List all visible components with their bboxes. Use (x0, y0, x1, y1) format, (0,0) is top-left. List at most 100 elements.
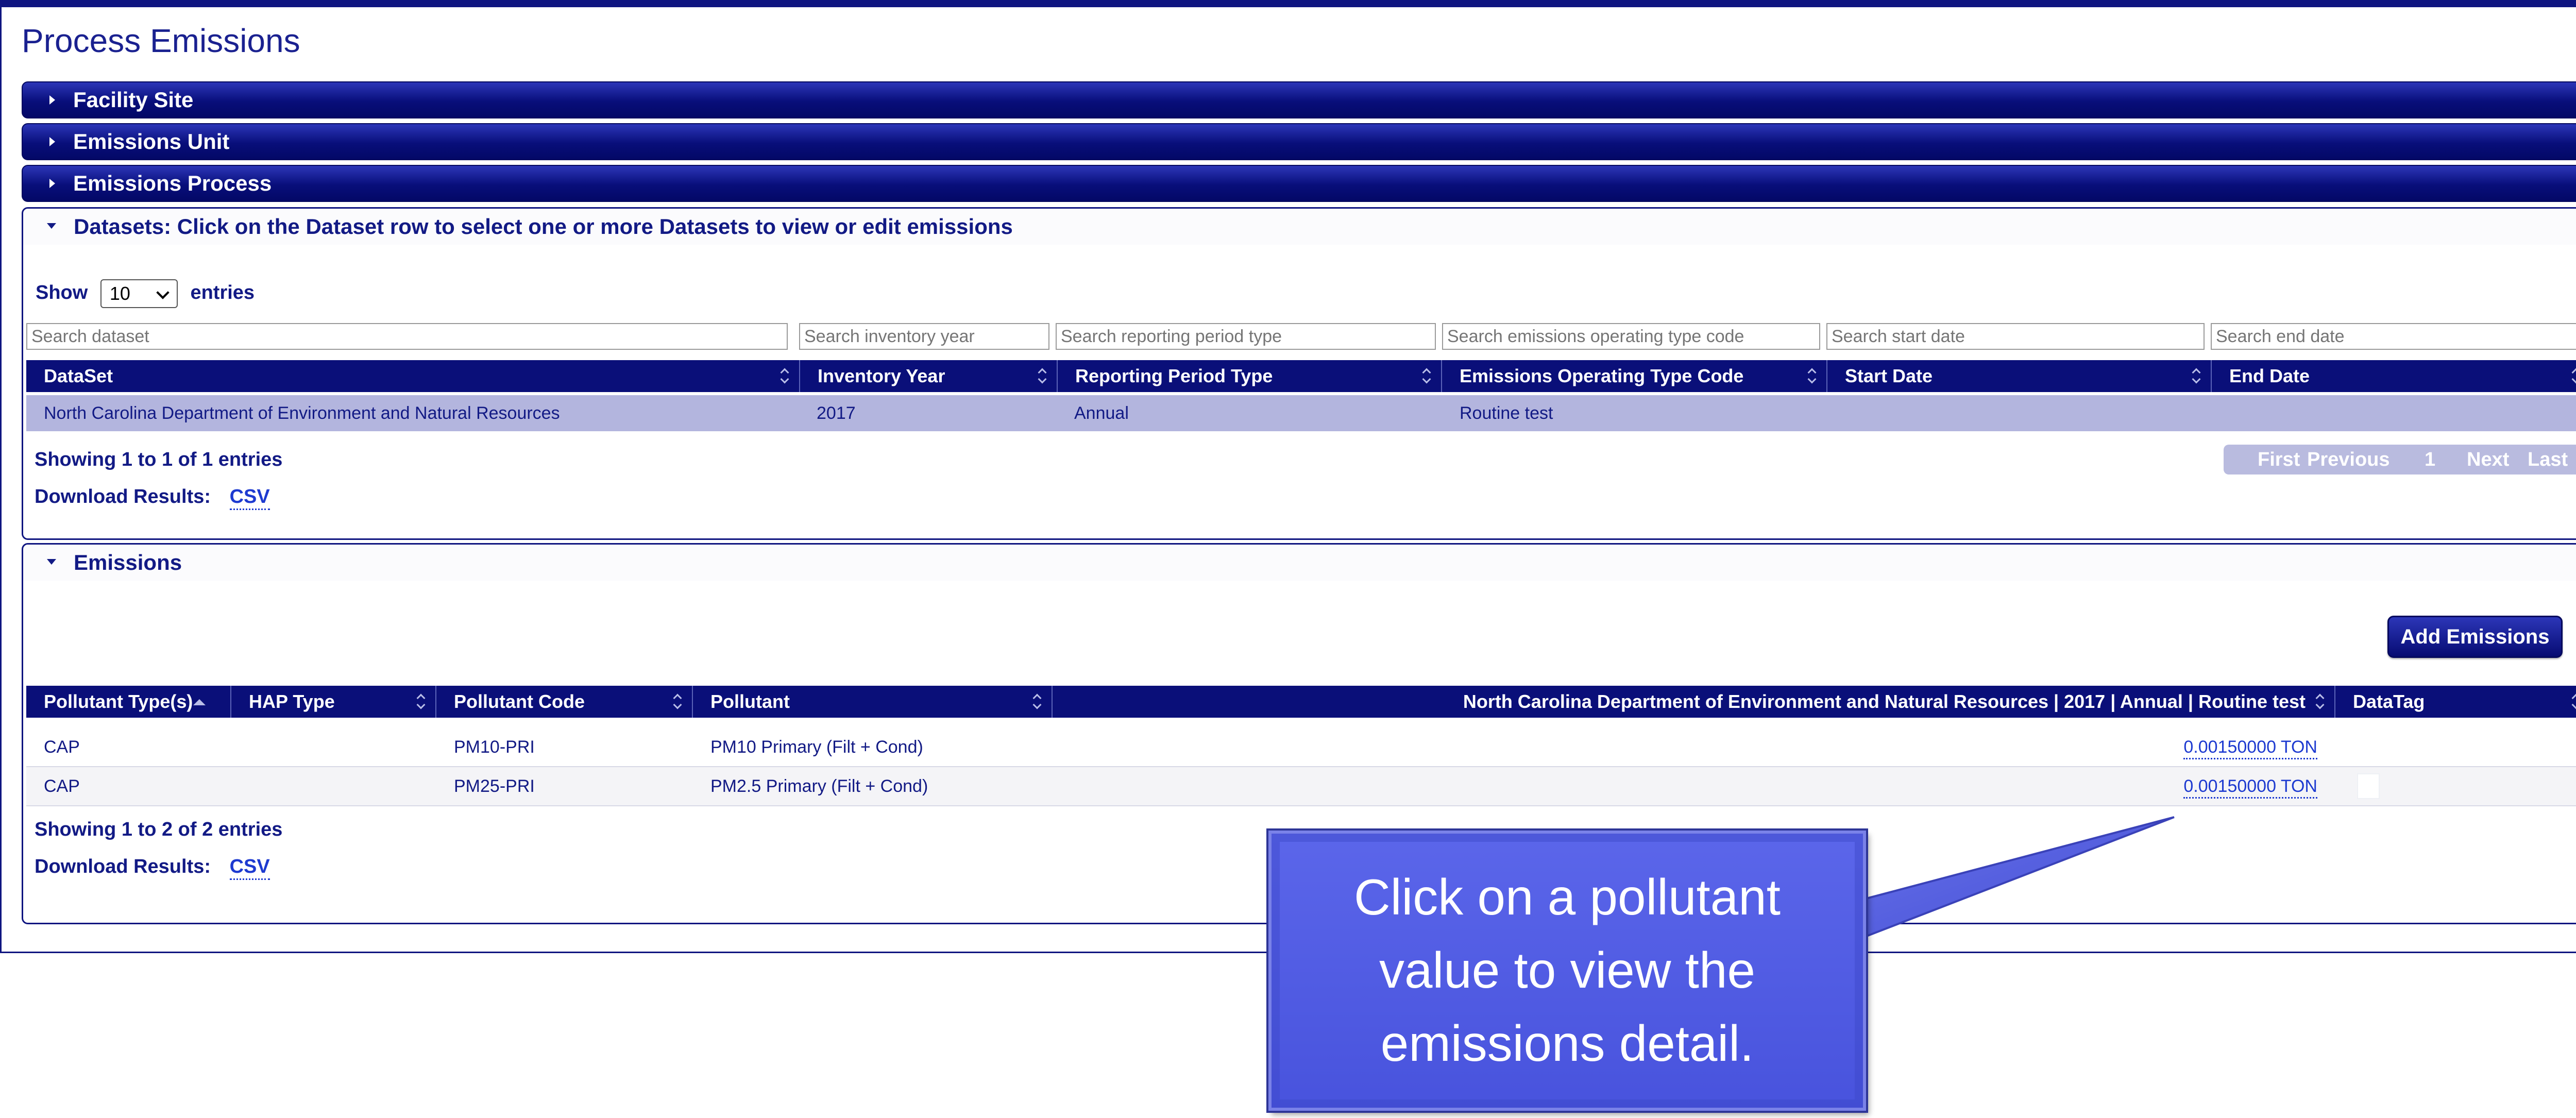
callout-box: Click on a pollutant value to view the e… (1266, 828, 1868, 1113)
column-header-operating-type-code[interactable]: Emissions Operating Type Code (1442, 360, 1827, 392)
sort-icon (2316, 693, 2325, 710)
emissions-header-label: Emissions (74, 550, 182, 574)
search-end-date-input[interactable] (2211, 323, 2576, 350)
page-length-select[interactable]: 10 (100, 279, 178, 308)
search-dataset-input[interactable] (26, 323, 788, 350)
column-header-reporting-period-type[interactable]: Reporting Period Type (1058, 360, 1442, 392)
datasets-header-label: Datasets: Click on the Dataset row to se… (74, 214, 1013, 239)
sort-icon (2192, 367, 2201, 385)
column-header-pollutant-code[interactable]: Pollutant Code (436, 686, 693, 718)
add-emissions-button[interactable]: Add Emissions (2387, 616, 2563, 658)
sort-icon (1038, 367, 1047, 385)
column-header-label: End Date (2229, 365, 2310, 386)
column-header-pollutant-type[interactable]: Pollutant Type(s) (26, 686, 231, 718)
column-header-dataset[interactable]: DataSet (26, 360, 800, 392)
sort-icon (2572, 693, 2576, 710)
datasets-download: Download Results: CSV (35, 482, 270, 512)
sort-icon (2572, 367, 2576, 385)
pager-last[interactable]: Last (2528, 445, 2568, 475)
callout-line: value to view the (1379, 942, 1755, 998)
column-header-hap-type[interactable]: HAP Type (231, 686, 436, 718)
search-inventory-year-input[interactable] (799, 323, 1049, 350)
accordion-label: Emissions Unit (73, 129, 230, 154)
pager-previous[interactable]: Previous (2307, 445, 2390, 475)
column-header-label: DataSet (44, 365, 113, 386)
operating-type-cell: Routine test (1460, 403, 1553, 423)
column-header-start-date[interactable]: Start Date (1827, 360, 2212, 392)
search-operating-type-input[interactable] (1442, 323, 1820, 350)
accordion-label: Facility Site (73, 88, 194, 112)
sort-icon (1422, 367, 1432, 385)
entries-label: entries (190, 282, 255, 303)
emission-value-link[interactable]: 0.00150000 TON (2183, 737, 2317, 759)
facility-site-accordion[interactable]: Facility Site (22, 81, 2576, 118)
sort-icon (1808, 367, 1817, 385)
column-header-label: Start Date (1845, 365, 1933, 386)
column-header-label: Pollutant Code (454, 691, 585, 712)
inventory-year-cell: 2017 (817, 403, 856, 423)
column-header-label: Pollutant Type(s) (44, 691, 193, 712)
dataset-cell: North Carolina Department of Environment… (44, 403, 560, 423)
chevron-down-icon (47, 559, 56, 565)
callout-line: Click on a pollutant (1353, 869, 1781, 925)
datasets-table-header: DataSet Inventory Year Reporting Period … (26, 360, 2576, 392)
accordion-label: Emissions Process (73, 171, 272, 195)
search-start-date-input[interactable] (1826, 323, 2205, 350)
download-csv-link[interactable]: CSV (229, 486, 270, 510)
pollutant-cell: PM10 Primary (Filt + Cond) (710, 737, 923, 757)
pollutant-code-cell: PM25-PRI (454, 776, 535, 796)
page-length-value: 10 (109, 282, 130, 304)
column-header-emission-value[interactable]: North Carolina Department of Environment… (1053, 686, 2335, 718)
chevron-right-icon (49, 137, 55, 146)
datasets-section: Datasets: Click on the Dataset row to se… (22, 207, 2576, 540)
reporting-period-cell: Annual (1074, 403, 1129, 423)
table-row[interactable]: North Carolina Department of Environment… (26, 395, 2576, 431)
table-row[interactable]: CAP PM25-PRI PM2.5 Primary (Filt + Cond)… (26, 767, 2576, 806)
datasets-section-header[interactable]: Datasets: Click on the Dataset row to se… (23, 209, 2576, 245)
column-header-label: Inventory Year (818, 365, 945, 386)
column-header-label: Reporting Period Type (1075, 365, 1273, 386)
emissions-unit-accordion[interactable]: Emissions Unit (22, 123, 2576, 160)
chevron-down-icon (47, 223, 56, 229)
search-reporting-period-input[interactable] (1056, 323, 1436, 350)
datatag-box (2357, 773, 2380, 799)
column-header-label: DataTag (2353, 691, 2425, 712)
column-header-label: North Carolina Department of Environment… (1463, 691, 2306, 712)
column-header-inventory-year[interactable]: Inventory Year (800, 360, 1058, 392)
pollutant-cell: PM2.5 Primary (Filt + Cond) (710, 776, 928, 796)
pager-current[interactable]: 1 (2425, 445, 2435, 475)
sort-icon (781, 367, 790, 385)
sort-icon (673, 693, 683, 710)
sort-icon (417, 693, 426, 710)
emissions-download: Download Results: CSV (35, 852, 270, 882)
datasets-table-info: Showing 1 to 1 of 1 entries (35, 449, 283, 470)
show-label: Show (36, 282, 88, 303)
sort-icon (1033, 693, 1042, 710)
page-title: Process Emissions (22, 22, 300, 59)
chevron-right-icon (49, 95, 55, 105)
page-length-control: Show 10 entries (36, 276, 255, 310)
column-header-label: Emissions Operating Type Code (1460, 365, 1744, 386)
emissions-section-header[interactable]: Emissions (23, 545, 2576, 581)
download-csv-link[interactable]: CSV (229, 856, 270, 880)
chevron-right-icon (49, 179, 55, 188)
emissions-table-header: Pollutant Type(s) HAP Type Pollutant Cod… (26, 686, 2576, 718)
emissions-process-accordion[interactable]: Emissions Process (22, 165, 2576, 202)
column-header-label: Pollutant (710, 691, 790, 712)
column-header-pollutant[interactable]: Pollutant (693, 686, 1053, 718)
pager-next[interactable]: Next (2467, 445, 2509, 475)
column-header-label: HAP Type (249, 691, 335, 712)
column-header-end-date[interactable]: End Date (2212, 360, 2576, 392)
pollutant-type-cell: CAP (44, 737, 80, 757)
download-label: Download Results: (35, 856, 211, 877)
emissions-table-info: Showing 1 to 2 of 2 entries (35, 819, 283, 840)
column-header-datatag[interactable]: DataTag (2335, 686, 2576, 718)
emission-value-link[interactable]: 0.00150000 TON (2183, 776, 2317, 799)
sort-ascending-icon (193, 699, 206, 705)
chevron-down-icon (156, 286, 170, 299)
pager-first[interactable]: First (2258, 445, 2300, 475)
download-label: Download Results: (35, 486, 211, 507)
table-row[interactable]: CAP PM10-PRI PM10 Primary (Filt + Cond) … (26, 728, 2576, 767)
pollutant-type-cell: CAP (44, 776, 80, 796)
pagination: First Previous 1 Next Last (2224, 445, 2576, 475)
